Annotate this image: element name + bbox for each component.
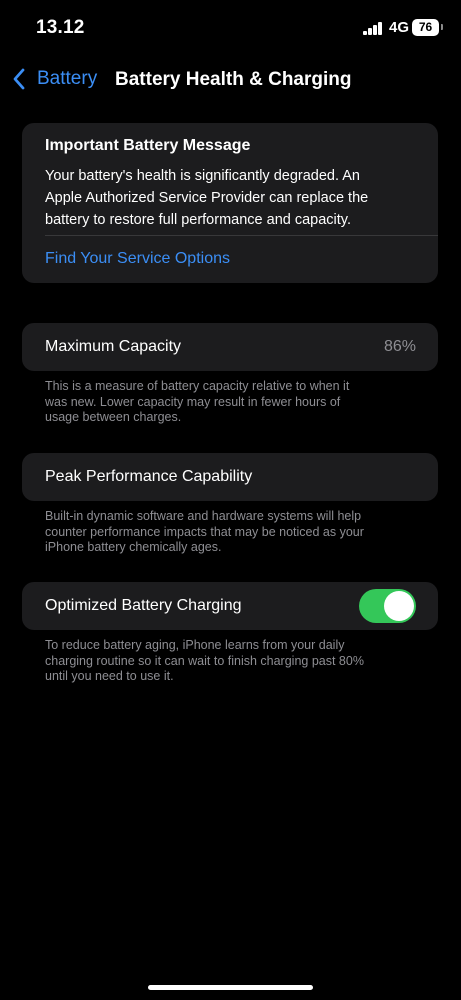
home-indicator[interactable] <box>148 985 313 990</box>
status-bar: 13.12 4G 76 <box>0 0 461 56</box>
message-line: Your battery's health is significantly d… <box>45 168 360 184</box>
back-button-label: Battery <box>37 68 98 89</box>
footnote-line: This is a measure of battery capacity re… <box>45 379 350 393</box>
maximum-capacity-label: Maximum Capacity <box>45 338 182 355</box>
footnote-line: iPhone battery chemically ages. <box>45 540 222 554</box>
footnote-line: usage between charges. <box>45 410 182 424</box>
maximum-capacity-row: Maximum Capacity 86% <box>22 323 438 371</box>
maximum-capacity-footnote: This is a measure of battery capacity re… <box>45 379 425 426</box>
optimized-charging-footnote: To reduce battery aging, iPhone learns f… <box>45 638 425 685</box>
message-title: Important Battery Message <box>45 137 251 154</box>
peak-performance-row[interactable]: Peak Performance Capability <box>22 453 438 501</box>
peak-performance-label: Peak Performance Capability <box>45 468 253 485</box>
footnote-line: charging routine so it can wait to finis… <box>45 653 364 668</box>
back-button[interactable]: Battery <box>12 66 97 92</box>
page-title: Battery Health & Charging <box>115 69 352 90</box>
optimized-charging-toggle[interactable] <box>359 589 416 623</box>
message-line: Apple Authorized Service Provider can re… <box>45 190 369 206</box>
cellular-signal-icon <box>363 22 383 35</box>
footnote-line: was new. Lower capacity may result in fe… <box>45 394 341 409</box>
message-body: Your battery's health is significantly d… <box>45 165 415 231</box>
optimized-charging-row: Optimized Battery Charging <box>22 582 438 630</box>
chevron-left-icon <box>13 68 25 90</box>
maximum-capacity-value: 86% <box>383 338 416 355</box>
footnote-line: To reduce battery aging, iPhone learns f… <box>45 638 345 652</box>
footnote-line: until you need to use it. <box>45 669 174 683</box>
optimized-charging-label: Optimized Battery Charging <box>45 597 242 614</box>
find-service-options-link[interactable]: Find Your Service Options <box>45 250 230 268</box>
footnote-line: counter performance impacts that may be … <box>45 524 364 539</box>
footnote-line: Built-in dynamic software and hardware s… <box>45 509 362 523</box>
navigation-bar: Battery Battery Health & Charging <box>0 56 461 102</box>
status-time: 13.12 <box>36 17 85 38</box>
battery-tip <box>441 24 443 30</box>
network-type: 4G <box>389 19 410 36</box>
toggle-knob <box>384 591 414 621</box>
peak-performance-footnote: Built-in dynamic software and hardware s… <box>45 509 425 556</box>
battery-message-card: Important Battery Message Your battery's… <box>22 123 438 283</box>
battery-icon: 76 <box>412 19 439 36</box>
message-line: battery to restore full performance and … <box>45 212 351 228</box>
divider <box>45 235 438 236</box>
